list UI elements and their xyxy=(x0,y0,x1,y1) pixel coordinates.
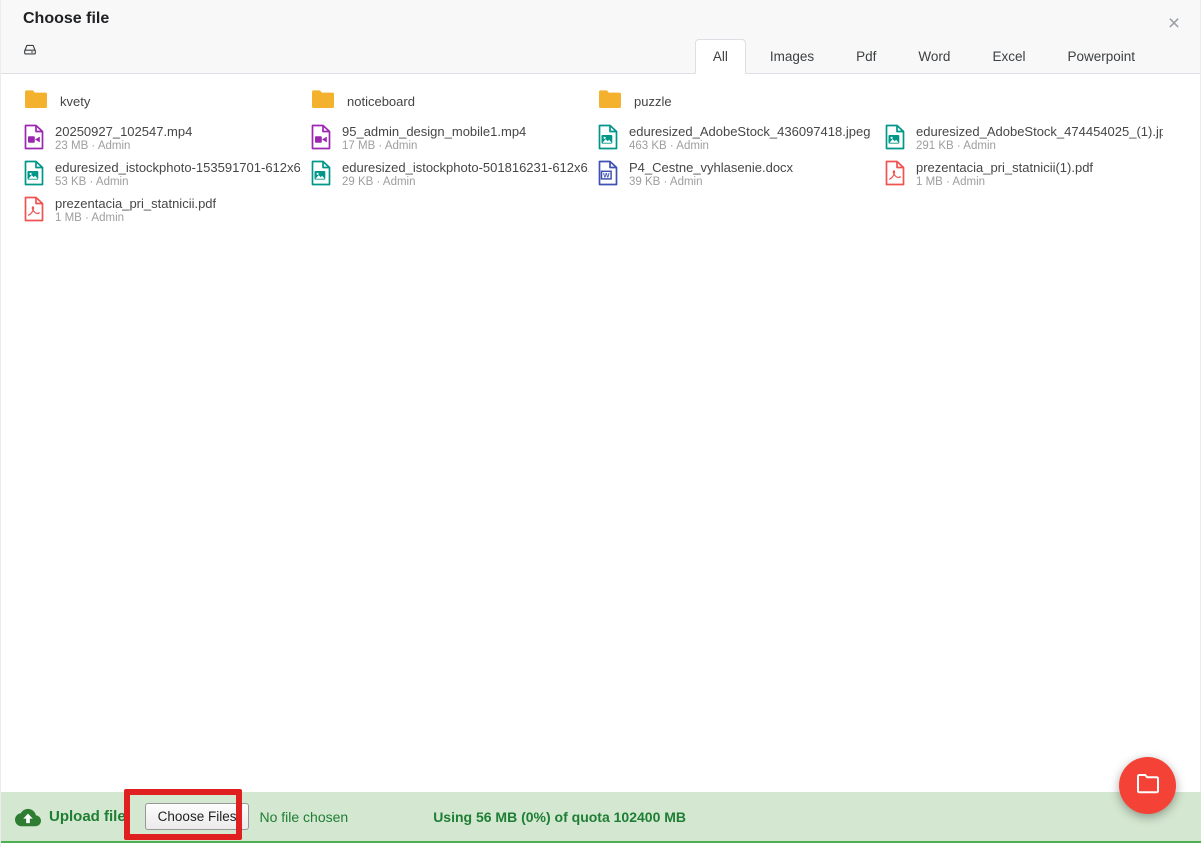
close-icon[interactable]: × xyxy=(1163,13,1185,35)
tab-word[interactable]: Word xyxy=(900,39,968,74)
file-name: eduresized_AdobeStock_436097418.jpeg xyxy=(629,124,870,139)
file-item[interactable]: eduresized_istockphoto-153591701-612x612… xyxy=(15,160,302,189)
image-file-icon xyxy=(884,124,906,153)
file-meta: 39 KB · Admin xyxy=(629,175,793,189)
file-meta: 23 MB · Admin xyxy=(55,139,192,153)
file-item[interactable]: prezentacia_pri_statnicii(1).pdf 1 MB · … xyxy=(876,160,1163,189)
tab-powerpoint[interactable]: Powerpoint xyxy=(1049,39,1153,74)
cloud-upload-icon xyxy=(15,807,41,827)
folder-name: noticeboard xyxy=(347,94,415,109)
image-file-icon xyxy=(23,160,45,189)
folder-name: puzzle xyxy=(634,94,672,109)
tab-label: All xyxy=(713,49,728,64)
file-meta: 29 KB · Admin xyxy=(342,175,589,189)
image-file-icon xyxy=(597,124,619,153)
file-meta: 1 MB · Admin xyxy=(916,175,1093,189)
word-file-icon: W xyxy=(597,160,619,189)
tab-excel[interactable]: Excel xyxy=(974,39,1043,74)
tab-label: Word xyxy=(918,49,950,64)
pdf-file-icon xyxy=(23,196,45,225)
file-name: eduresized_istockphoto-501816231-612x612… xyxy=(342,160,589,175)
file-meta: 463 KB · Admin xyxy=(629,139,870,153)
folder-grid: kvety noticeboard puzzle xyxy=(15,88,1200,114)
file-name: P4_Cestne_vyhlasenie.docx xyxy=(629,160,793,175)
file-meta: 17 MB · Admin xyxy=(342,139,526,153)
svg-text:W: W xyxy=(603,173,610,180)
folder-icon xyxy=(23,88,49,114)
dialog-title: Choose file xyxy=(23,10,109,28)
video-file-icon xyxy=(310,124,332,153)
dialog-header: Choose file × All Images Pdf Word Excel … xyxy=(1,0,1200,74)
folder-open-icon xyxy=(1135,772,1161,799)
file-type-tabs: All Images Pdf Word Excel Powerpoint xyxy=(689,39,1153,74)
file-meta: 291 KB · Admin xyxy=(916,139,1163,153)
folder-item[interactable]: kvety xyxy=(15,88,302,114)
folder-icon xyxy=(310,88,336,114)
quota-usage-text: Using 56 MB (0%) of quota 102400 MB xyxy=(433,809,686,825)
tab-images[interactable]: Images xyxy=(752,39,832,74)
tab-label: Pdf xyxy=(856,49,876,64)
tab-pdf[interactable]: Pdf xyxy=(838,39,894,74)
folder-item[interactable]: puzzle xyxy=(589,88,876,114)
folder-name: kvety xyxy=(60,94,90,109)
choose-files-button[interactable]: Choose Files xyxy=(145,803,250,830)
file-item[interactable]: eduresized_AdobeStock_436097418.jpeg 463… xyxy=(589,124,876,153)
video-file-icon xyxy=(23,124,45,153)
file-name: prezentacia_pri_statnicii.pdf xyxy=(55,196,216,211)
file-item[interactable]: eduresized_AdobeStock_474454025_(1).jpeg… xyxy=(876,124,1163,153)
file-browser: kvety noticeboard puzzle 20250927_102547… xyxy=(1,74,1200,792)
file-meta: 53 KB · Admin xyxy=(55,175,302,189)
file-item[interactable]: prezentacia_pri_statnicii.pdf 1 MB · Adm… xyxy=(15,196,302,225)
file-item[interactable]: 95_admin_design_mobile1.mp4 17 MB · Admi… xyxy=(302,124,589,153)
file-item[interactable]: W P4_Cestne_vyhlasenie.docx 39 KB · Admi… xyxy=(589,160,876,189)
file-name: 95_admin_design_mobile1.mp4 xyxy=(342,124,526,139)
upload-file-label: Upload file: xyxy=(49,808,131,825)
no-file-chosen-text: No file chosen xyxy=(259,809,348,825)
tab-all[interactable]: All xyxy=(695,39,746,74)
folder-item[interactable]: noticeboard xyxy=(302,88,589,114)
file-grid: 20250927_102547.mp4 23 MB · Admin 95_adm… xyxy=(15,124,1200,225)
folder-icon xyxy=(597,88,623,114)
image-file-icon xyxy=(310,160,332,189)
hard-drive-icon[interactable] xyxy=(22,42,38,62)
tab-label: Images xyxy=(770,49,814,64)
file-item[interactable]: eduresized_istockphoto-501816231-612x612… xyxy=(302,160,589,189)
upload-bar: Upload file: Choose Files No file chosen… xyxy=(1,792,1201,843)
tab-label: Powerpoint xyxy=(1067,49,1135,64)
file-item[interactable]: 20250927_102547.mp4 23 MB · Admin xyxy=(15,124,302,153)
file-name: 20250927_102547.mp4 xyxy=(55,124,192,139)
bottom-strip xyxy=(1,843,1201,847)
add-folder-fab[interactable] xyxy=(1119,757,1176,814)
pdf-file-icon xyxy=(884,160,906,189)
file-name: eduresized_istockphoto-153591701-612x612… xyxy=(55,160,302,175)
file-name: prezentacia_pri_statnicii(1).pdf xyxy=(916,160,1093,175)
file-name: eduresized_AdobeStock_474454025_(1).jpeg xyxy=(916,124,1163,139)
tab-label: Excel xyxy=(992,49,1025,64)
file-meta: 1 MB · Admin xyxy=(55,211,216,225)
choose-file-dialog: Choose file × All Images Pdf Word Excel … xyxy=(0,0,1201,847)
